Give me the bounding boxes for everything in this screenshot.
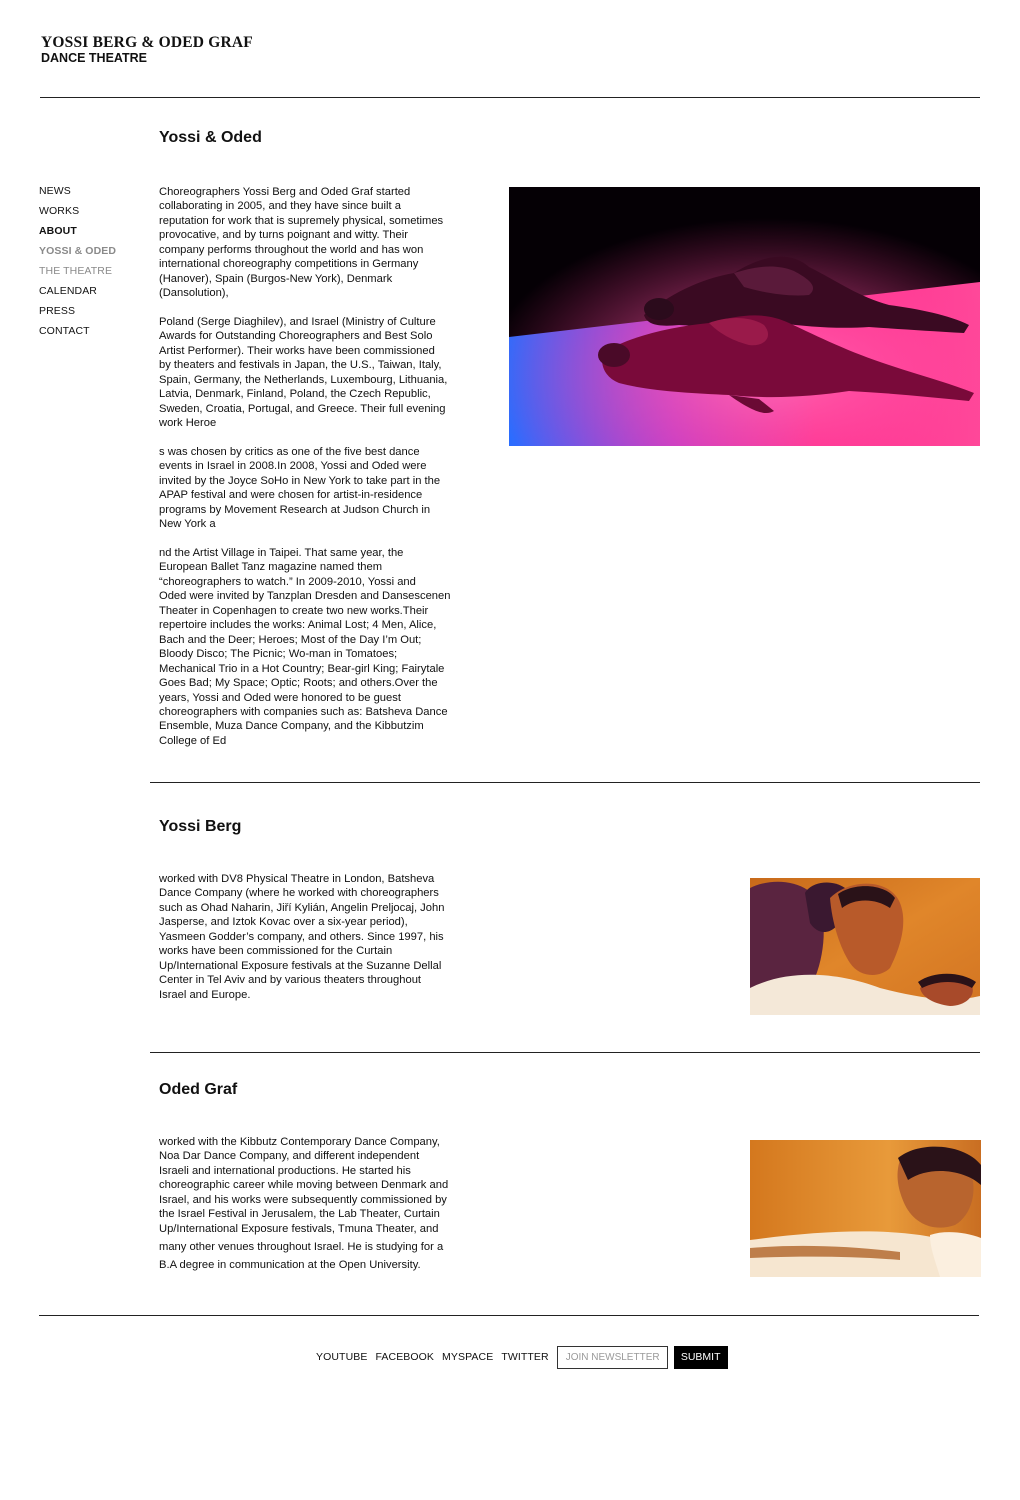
header-divider [40,97,980,98]
nav-item-press[interactable]: PRESS [39,305,116,325]
main-nav: NEWS WORKS ABOUT YOSSI & ODED THE THEATR… [39,185,116,345]
site-title[interactable]: YOSSI BERG & ODED GRAF [41,34,253,52]
section-divider-2 [150,1052,980,1053]
footer-bar: YOUTUBE FACEBOOK MYSPACE TWITTER SUBMIT [316,1345,728,1369]
section-divider-1 [150,782,980,783]
footer-link-youtube[interactable]: YOUTUBE [316,1351,367,1363]
section-heading-oded: Oded Graf [159,1081,238,1098]
newsletter-submit-button[interactable]: SUBMIT [673,1345,728,1369]
footer-link-twitter[interactable]: TWITTER [501,1351,548,1363]
duo-paragraph-4: nd the Artist Village in Taipei. That sa… [159,547,451,747]
duo-paragraph-1: Choreographers Yossi Berg and Oded Graf … [159,186,444,300]
nav-item-contact[interactable]: CONTACT [39,325,116,345]
section-heading-duo: Yossi & Oded [159,129,262,146]
nav-item-about[interactable]: ABOUT [39,225,116,245]
nav-item-calendar[interactable]: CALENDAR [39,285,116,305]
footer-link-facebook[interactable]: FACEBOOK [375,1351,434,1363]
newsletter-email-input[interactable] [556,1345,668,1369]
duo-paragraph-3: s was chosen by critics as one of the fi… [159,446,441,531]
yossi-bio: worked with DV8 Physical Theatre in Lond… [159,873,445,1001]
section-heading-yossi: Yossi Berg [159,818,242,835]
site-subtitle: DANCE THEATRE [41,51,148,65]
nav-subitem-the-theatre[interactable]: THE THEATRE [39,265,116,285]
nav-item-news[interactable]: NEWS [39,185,116,205]
oded-bio: worked with the Kibbutz Contemporary Dan… [159,1136,449,1235]
yossi-berg-photo [750,878,980,1015]
nav-item-works[interactable]: WORKS [39,205,116,225]
oded-bio-continued: many other venues throughout Israel. He … [159,1241,444,1271]
nav-subitem-yossi-oded[interactable]: YOSSI & ODED [39,245,116,265]
duo-performance-photo [509,187,980,446]
duo-paragraph-2: Poland (Serge Diaghilev), and Israel (Mi… [159,316,448,430]
footer-divider [39,1315,979,1316]
footer-link-myspace[interactable]: MYSPACE [442,1351,493,1363]
oded-graf-photo [750,1140,981,1277]
